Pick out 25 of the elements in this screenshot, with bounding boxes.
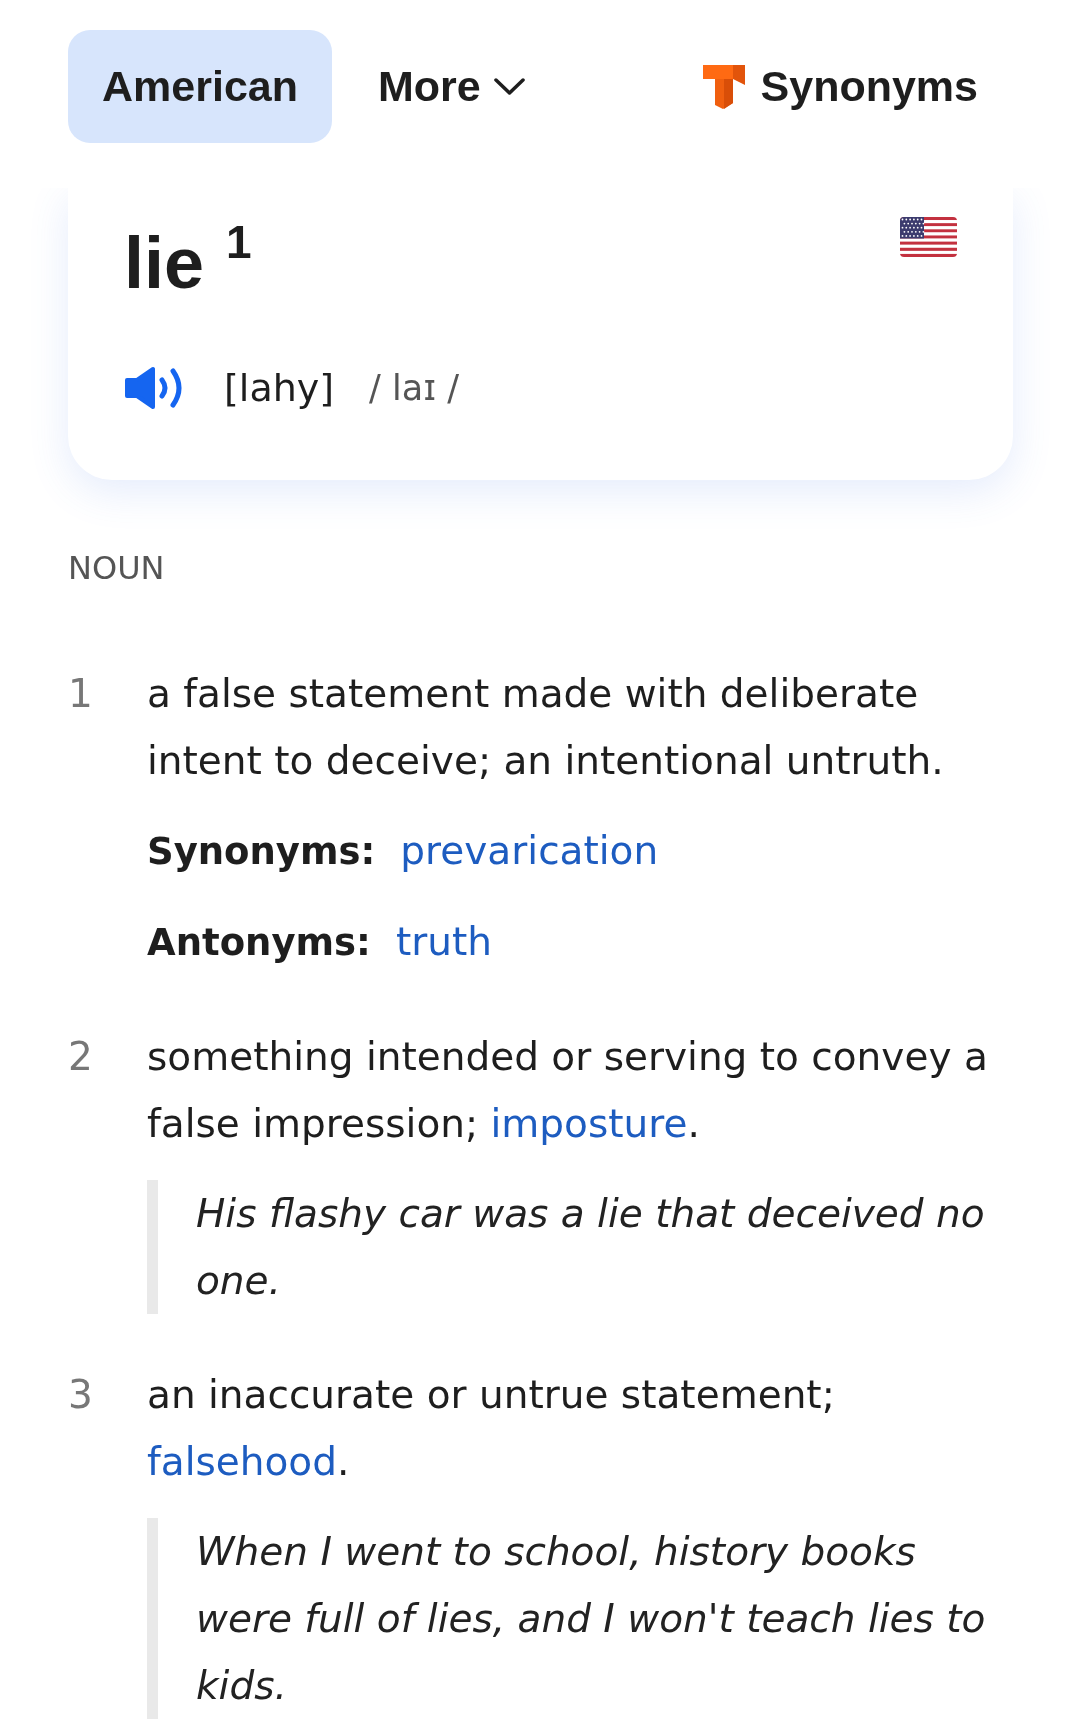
pronunciation-respelling: [lahy] (224, 365, 335, 412)
chevron-down-icon (493, 78, 525, 95)
definition-number: 2 (68, 1033, 93, 1081)
definition-link[interactable]: falsehood (147, 1439, 337, 1484)
part-of-speech-label: NOUN (68, 548, 165, 588)
example-sentence: When I went to school, history books were full of lies, and I won't teach lies to kids. (147, 1518, 1013, 1719)
thesaurus-label: Synonyms: (147, 829, 376, 875)
logo-icon (702, 64, 745, 109)
definition-number: 1 (68, 670, 93, 718)
ipa-pronunciation: / laɪ / (369, 367, 460, 410)
homograph-number: 1 (226, 219, 252, 265)
example-sentence: His flashy car was a lie that deceived no one. (147, 1180, 1013, 1314)
variant-tab[interactable]: American (68, 30, 332, 143)
definition-text: something intended or serving to convey a false impression; imposture. (147, 1033, 989, 1148)
definition-text: an inaccurate or untrue statement; falsehood. (147, 1371, 836, 1486)
flag-icon (900, 217, 957, 257)
word-link[interactable]: truth (395, 908, 492, 975)
dropdown-button[interactable]: More (378, 62, 525, 111)
headword: lie (124, 227, 205, 299)
definition-link[interactable]: imposture (490, 1101, 688, 1146)
thesaurus-link[interactable]: Synonyms (702, 62, 978, 111)
definition-number: 3 (68, 1371, 93, 1419)
thesaurus-label: Antonyms: (147, 920, 371, 966)
word-link[interactable]: prevarication (400, 817, 659, 884)
definition-text: a false statement made with deliberate intent to deceive; an intentional untruth. (147, 670, 945, 785)
